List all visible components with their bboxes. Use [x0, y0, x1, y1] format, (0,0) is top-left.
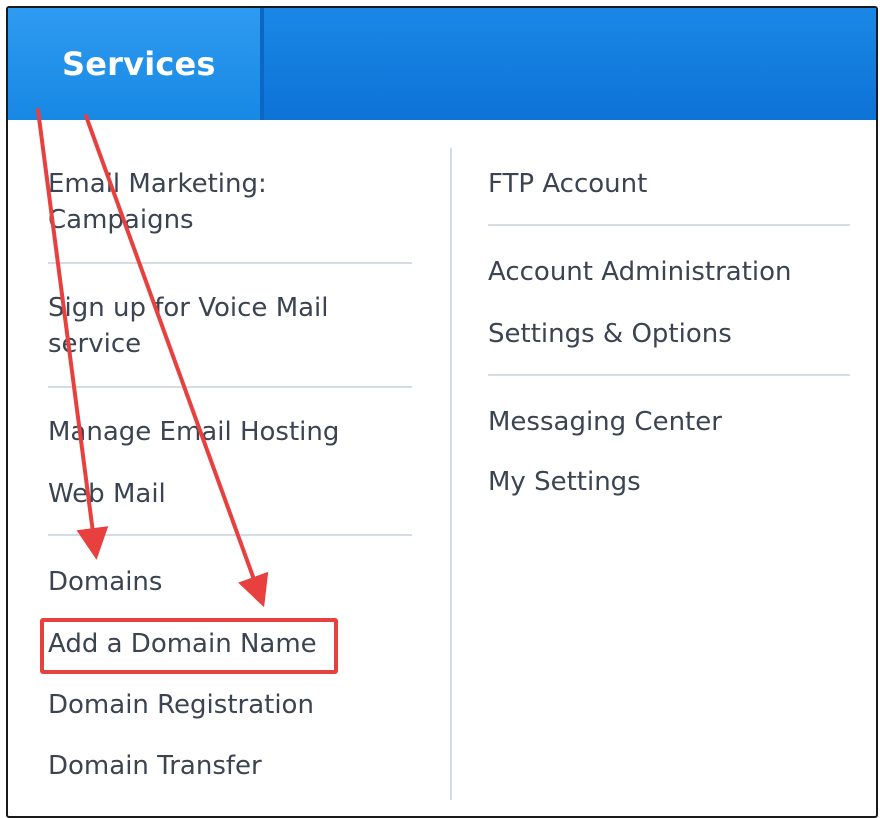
menu-item-ftp-account[interactable]: FTP Account — [488, 166, 647, 202]
services-menu-panel: Services Email Marketing: Campaigns Sign… — [6, 6, 878, 818]
separator — [48, 262, 412, 264]
separator — [48, 534, 412, 536]
menu-item-voice-mail-line2[interactable]: service — [48, 326, 141, 362]
menu-item-messaging-center[interactable]: Messaging Center — [488, 404, 722, 440]
tab-services[interactable]: Services — [8, 8, 260, 120]
header-bar: Services — [8, 8, 876, 120]
menu-item-my-settings[interactable]: My Settings — [488, 464, 641, 500]
menu-item-settings-options[interactable]: Settings & Options — [488, 316, 732, 352]
annotation-highlight-box — [40, 618, 338, 674]
menu-item-voice-mail-line1[interactable]: Sign up for Voice Mail — [48, 290, 329, 326]
menu-item-email-marketing-line1[interactable]: Email Marketing: — [48, 166, 267, 202]
column-divider — [450, 148, 452, 800]
separator — [48, 386, 412, 388]
menu-item-domains[interactable]: Domains — [48, 564, 162, 600]
menu-item-manage-email-hosting[interactable]: Manage Email Hosting — [48, 414, 339, 450]
tab-divider — [260, 8, 264, 120]
menu-item-domain-transfer[interactable]: Domain Transfer — [48, 748, 262, 784]
menu-item-account-administration[interactable]: Account Administration — [488, 254, 792, 290]
separator — [488, 374, 850, 376]
separator — [488, 224, 850, 226]
menu-item-domain-registration[interactable]: Domain Registration — [48, 687, 314, 723]
tab-services-label: Services — [62, 45, 216, 83]
menu-item-web-mail[interactable]: Web Mail — [48, 476, 166, 512]
menu-item-email-marketing-line2[interactable]: Campaigns — [48, 202, 194, 238]
